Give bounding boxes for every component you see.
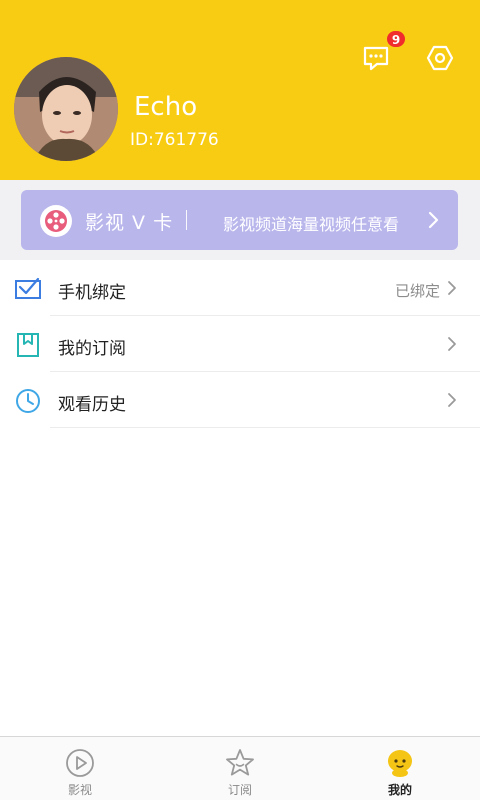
settings-button[interactable]	[422, 40, 458, 76]
divider	[50, 427, 480, 428]
message-icon	[363, 46, 389, 71]
tab-mine[interactable]: 我的	[320, 737, 480, 800]
tab-label: 订阅	[227, 783, 252, 797]
bookmark-icon	[17, 333, 39, 357]
vcard-banner[interactable]: 影视 V 卡 影视频道海量视频任意看	[21, 190, 458, 250]
settings-icon	[426, 45, 454, 71]
tab-subscriptions[interactable]: 订阅	[160, 737, 320, 800]
mascot-icon	[388, 750, 412, 777]
vcard-section: 影视 V 卡 影视频道海量视频任意看	[0, 180, 480, 260]
chevron-right-icon	[448, 281, 456, 295]
envelope-check-icon	[15, 277, 41, 299]
avatar-image	[14, 57, 118, 161]
chevron-right-icon	[448, 337, 456, 351]
film-reel-icon	[40, 205, 72, 237]
vcard-separator	[186, 210, 187, 230]
profile-header: Echo ID:761776 9	[0, 0, 480, 180]
clock-icon	[16, 389, 40, 413]
play-circle-icon	[66, 749, 94, 777]
user-id: ID:761776	[130, 130, 219, 150]
star-icon	[226, 749, 254, 776]
avatar[interactable]	[14, 57, 118, 161]
menu-item-label: 手机绑定	[58, 283, 126, 303]
tab-label: 我的	[387, 783, 412, 797]
tab-movies[interactable]: 影视	[0, 737, 160, 800]
menu-item-my-subscriptions[interactable]: 我的订阅	[0, 316, 480, 372]
menu-list: 手机绑定 已绑定 我的订阅 观看历史	[0, 260, 480, 428]
menu-item-phone-binding[interactable]: 手机绑定 已绑定	[0, 260, 480, 316]
chevron-right-icon	[428, 211, 439, 229]
chevron-right-icon	[448, 393, 456, 407]
vcard-description: 影视频道海量视频任意看	[223, 215, 400, 234]
message-badge: 9	[386, 30, 406, 48]
bottom-tab-bar: 影视 订阅 我的	[0, 736, 480, 800]
binding-status: 已绑定	[394, 282, 440, 300]
app-root: Echo ID:761776 9 影视 V 卡 影视频道海量视频任意看 手机绑定…	[0, 0, 480, 800]
username: Echo	[134, 92, 198, 122]
menu-item-label: 我的订阅	[58, 339, 126, 359]
menu-item-label: 观看历史	[58, 395, 126, 415]
vcard-title: 影视 V 卡	[85, 212, 174, 234]
menu-item-watch-history[interactable]: 观看历史	[0, 372, 480, 428]
tab-label: 影视	[67, 783, 92, 797]
